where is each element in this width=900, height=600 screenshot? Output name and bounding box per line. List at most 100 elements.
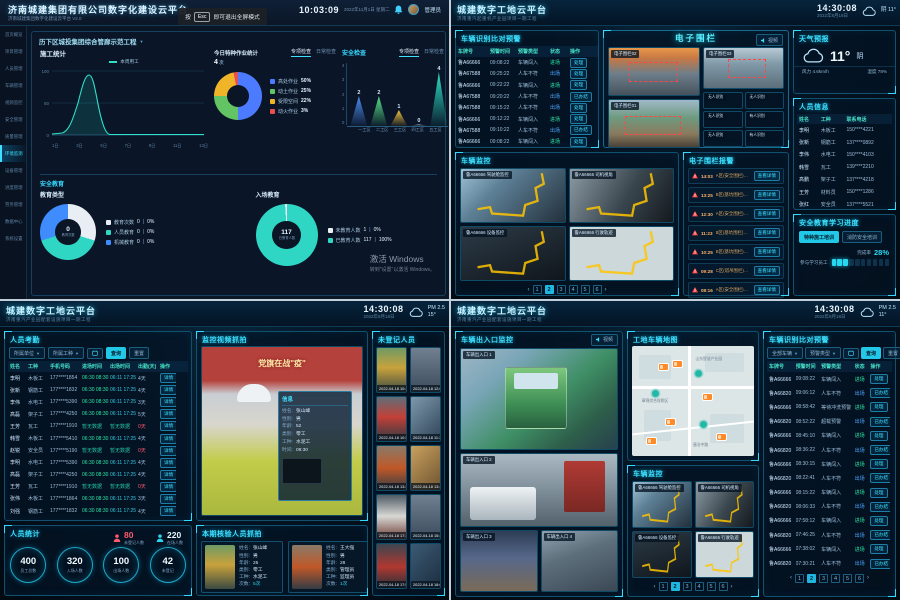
detail-button[interactable]: 详情 (160, 446, 176, 456)
camera-feed[interactable]: 鲁A66666 驾驶舱监控 (632, 481, 692, 528)
sidebar-item[interactable]: 进度管理 (0, 179, 26, 196)
alarm-detail-button[interactable]: 查看详情 (754, 247, 780, 257)
sidebar-item[interactable]: 质量管理 (0, 128, 26, 145)
handle-button[interactable]: 处理 (570, 114, 587, 124)
bell-icon[interactable] (394, 5, 403, 15)
fence-thumb[interactable]: 无人识别 (703, 130, 743, 147)
detail-button[interactable]: 详情 (160, 397, 176, 407)
camera-feed[interactable]: 鲁A66666 驾驶舱监控 (460, 168, 566, 223)
handle-button[interactable]: 已办结 (870, 417, 890, 427)
page-number[interactable]: 2 (671, 582, 680, 591)
worktype-filter-select[interactable]: 所属工种▼ (48, 347, 84, 359)
next-page[interactable]: › (731, 584, 733, 590)
unregistered-photo[interactable]: 2022-04-18 17:30:30 (376, 494, 407, 540)
page-number[interactable]: 1 (659, 582, 668, 591)
reset-button[interactable]: 重置 (129, 347, 149, 359)
detail-button[interactable]: 详情 (160, 373, 176, 383)
fence-thumb[interactable]: 无人识别 (703, 111, 743, 128)
unregistered-photo[interactable]: 2022-04-18 12:06:13 (410, 347, 441, 393)
handle-button[interactable]: 已办结 (570, 92, 592, 102)
unregistered-photo[interactable]: 2022-04-18 13:40:30 (410, 445, 441, 491)
handle-button[interactable]: 已办结 (870, 502, 890, 512)
alarm-detail-button[interactable]: 查看详情 (754, 171, 780, 181)
handle-button[interactable]: 已办结 (870, 388, 890, 398)
detail-button[interactable]: 详情 (160, 506, 176, 516)
camera-feed[interactable]: 鲁A66666 司机视角 (695, 481, 755, 528)
unregistered-photo[interactable]: 2022-04-18 15:46:20 (410, 494, 441, 540)
camera-feed[interactable]: 鲁A66666 设备监控 (460, 226, 566, 281)
alarm-detail-button[interactable]: 查看详情 (754, 285, 780, 295)
alarm-detail-button[interactable]: 查看详情 (754, 266, 780, 276)
fence-feed-03[interactable]: 电子围栏03 (703, 47, 784, 89)
alarm-detail-button[interactable]: 查看详情 (754, 190, 780, 200)
sidebar-item[interactable]: 首页概览 (0, 26, 26, 43)
page-number[interactable]: 5 (707, 582, 716, 591)
unregistered-photo[interactable]: 2022-04-18 11:32:10 (410, 396, 441, 442)
fence-feed-01[interactable]: 电子围栏01 (608, 99, 700, 148)
gate-feed-2[interactable]: 车辆出入口 2 (460, 453, 618, 527)
detail-button[interactable]: 详情 (160, 494, 176, 504)
vehicle-map[interactable]: 山东智慧产业园 章锦综合保税区 唐冶中路 (632, 346, 754, 456)
camera-feed[interactable]: 鲁A66666 司机视角 (569, 168, 675, 223)
date-picker[interactable] (87, 348, 103, 359)
fence-thumb[interactable]: 有人识别 (745, 111, 785, 128)
truck-marker[interactable] (647, 438, 656, 444)
handle-button[interactable]: 处理 (870, 459, 887, 469)
sidebar-item[interactable]: 设备管理 (0, 162, 26, 179)
video-button[interactable]: 视频 (591, 334, 618, 346)
detail-button[interactable]: 详情 (160, 421, 176, 431)
vehicle-filter-select[interactable]: 全部车辆▼ (767, 347, 803, 359)
handle-button[interactable]: 处理 (870, 431, 887, 441)
truck-marker[interactable] (673, 361, 682, 367)
project-select[interactable]: 历下区城投集团综合管廊示范工程 (39, 36, 137, 46)
sidebar-item[interactable]: 数据中心 (0, 213, 26, 230)
page-number[interactable]: 6 (855, 574, 864, 583)
handle-button[interactable]: 处理 (870, 544, 887, 554)
page-number[interactable]: 2 (545, 285, 554, 294)
camera-feed[interactable]: 鲁A66666 行驶轨迹 (695, 531, 755, 578)
handle-button[interactable]: 处理 (570, 69, 587, 79)
page-number[interactable]: 5 (581, 285, 590, 294)
truck-marker[interactable] (659, 364, 668, 370)
next-page[interactable]: › (867, 575, 869, 581)
page-number[interactable]: 4 (831, 574, 840, 583)
handle-button[interactable]: 已办结 (870, 559, 890, 569)
prev-page[interactable]: ‹ (528, 287, 530, 293)
camera-feed[interactable]: 鲁A66666 设备监控 (632, 531, 692, 578)
snapshot-photo[interactable]: 党旗在战"疫" 信息 姓名:张山峰性别:男年龄:52类别:零工工种:水泥工时间:… (201, 346, 363, 516)
gate-feed-1[interactable]: 车辆出入口 1 (460, 348, 618, 450)
gate-feed-3[interactable]: 车辆出入口 3 (460, 530, 538, 592)
next-page[interactable]: › (605, 287, 607, 293)
detail-button[interactable]: 详情 (160, 470, 176, 480)
page-number[interactable]: 1 (795, 574, 804, 583)
unregistered-photo[interactable]: 2022-04-18 18:02:11 (410, 543, 441, 589)
handle-button[interactable]: 处理 (570, 58, 587, 68)
page-number[interactable]: 2 (807, 574, 816, 583)
page-number[interactable]: 4 (569, 285, 578, 294)
truck-marker[interactable] (703, 394, 712, 400)
sidebar-item[interactable]: 环境监测 (0, 145, 26, 162)
sidebar-item[interactable]: 安全管理 (0, 111, 26, 128)
fence-feed-02[interactable]: 电子围栏02 (608, 47, 700, 96)
handle-button[interactable]: 已办结 (870, 445, 890, 455)
page-number[interactable]: 6 (593, 285, 602, 294)
detail-button[interactable]: 详情 (160, 434, 176, 444)
handle-button[interactable]: 已办结 (870, 530, 890, 540)
video-button[interactable]: 视频 (756, 34, 783, 46)
sidebar-item[interactable]: 车辆管理 (0, 77, 26, 94)
fence-thumb[interactable]: 无人识别 (703, 92, 743, 109)
camera-feed[interactable]: 鲁A66666 行驶轨迹 (569, 226, 675, 281)
handle-button[interactable]: 处理 (570, 80, 587, 90)
date-picker[interactable] (843, 348, 859, 359)
alarm-detail-button[interactable]: 查看详情 (754, 228, 780, 238)
handle-button[interactable]: 处理 (870, 516, 887, 526)
gate-feed-4[interactable]: 车辆出入口 4 (541, 530, 619, 592)
unregistered-photo[interactable]: 2022-04-18 13:20:30 (376, 445, 407, 491)
detail-button[interactable]: 详情 (160, 409, 176, 419)
unregistered-photo[interactable]: 2022-04-18 17:50:30 (376, 543, 407, 589)
sidebar-item[interactable]: 人员管理 (0, 60, 26, 77)
handle-button[interactable]: 处理 (870, 402, 887, 412)
tab-special-check[interactable]: 专项检查 (291, 48, 311, 57)
truck-marker[interactable] (717, 434, 726, 440)
handle-button[interactable]: 处理 (570, 103, 587, 113)
